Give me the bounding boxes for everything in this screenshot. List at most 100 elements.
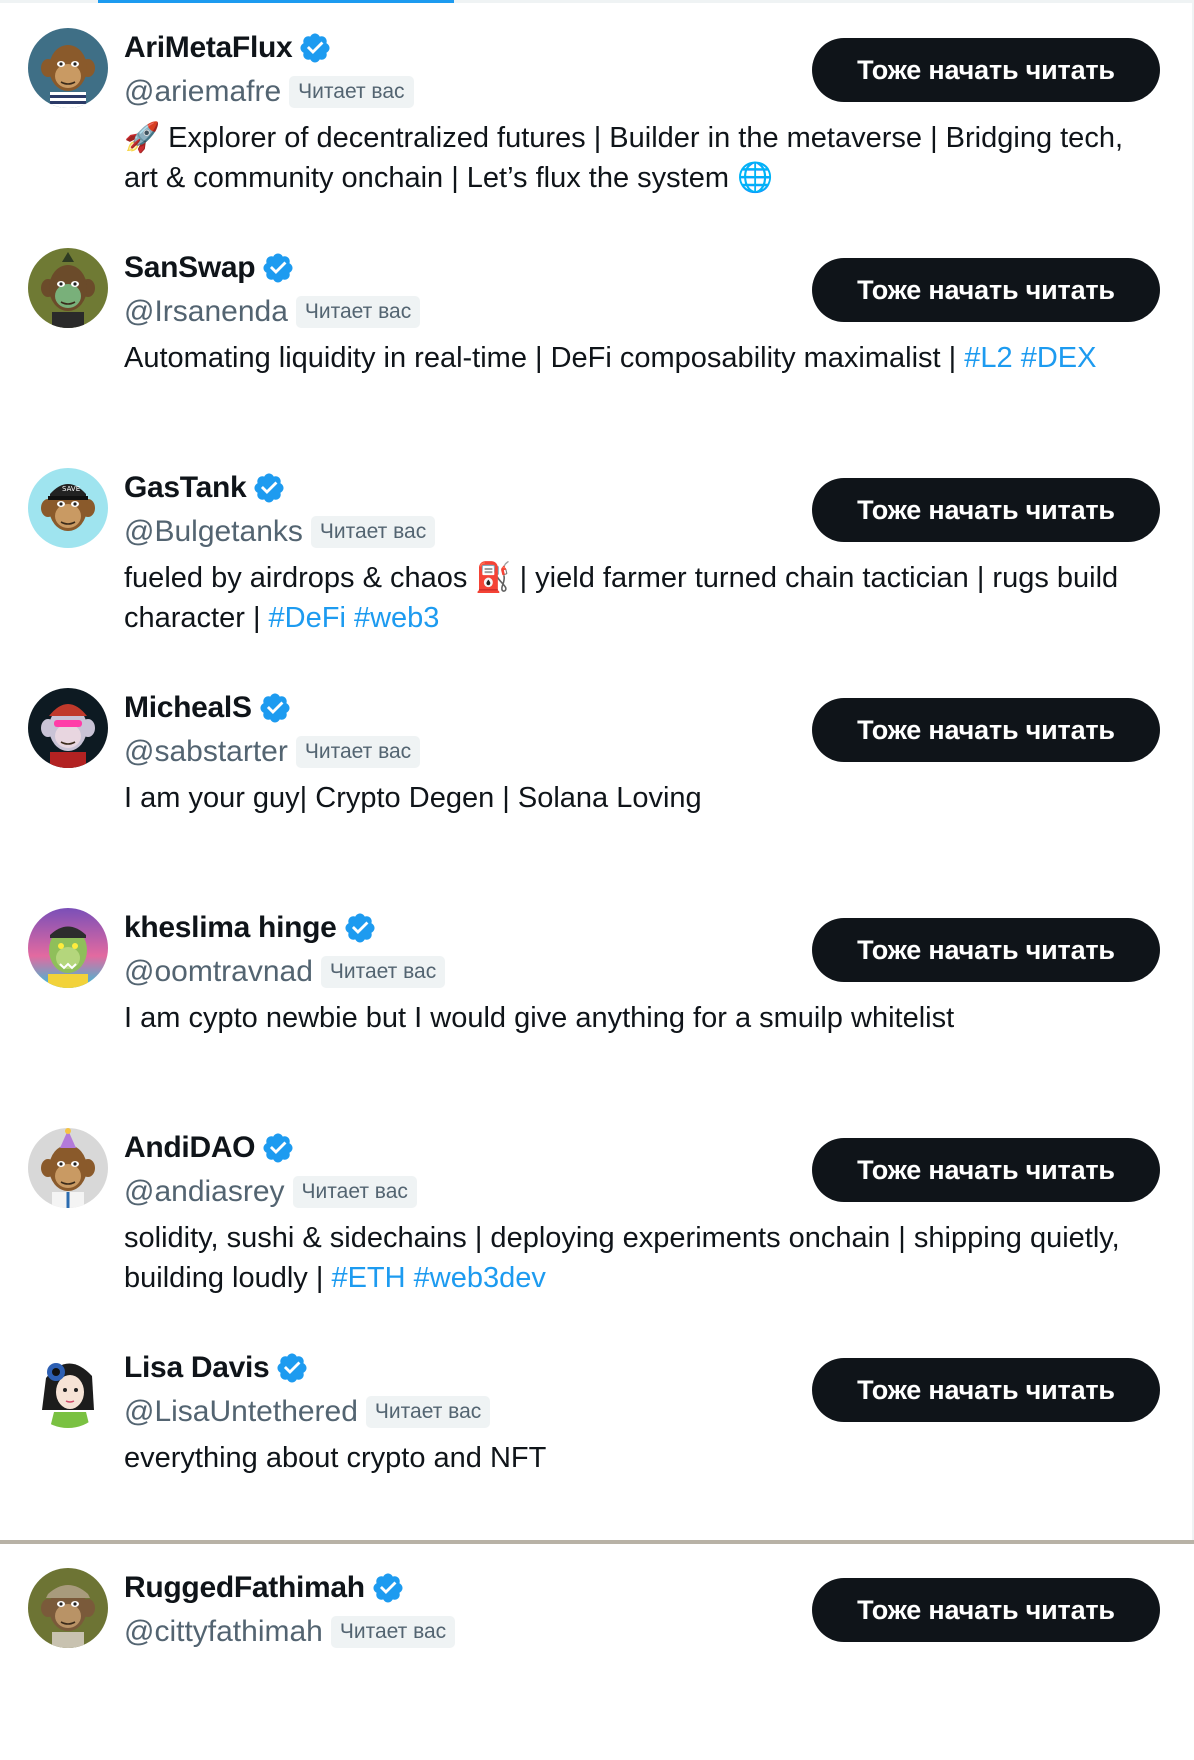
follow-back-button[interactable]: Тоже начать читать [812,1578,1160,1642]
display-name[interactable]: RuggedFathimah [124,1571,365,1605]
name-line: MichealS [124,688,292,728]
hashtag-link[interactable]: #ETH [331,1262,405,1294]
verified-badge-icon [252,471,286,505]
handle-line: @sabstarter Читает вас [124,732,421,772]
user-bio: fueled by airdrops & chaos ⛽ | yield far… [124,558,1124,638]
bio-text: I am cypto newbie but I would give anyth… [124,1002,955,1034]
follow-back-button[interactable]: Тоже начать читать [812,698,1160,762]
follow-back-button[interactable]: Тоже начать читать [812,258,1160,322]
user-cell[interactable]: RuggedFathimah @cittyfathimah Читает вас… [0,1540,1194,1760]
user-handle[interactable]: @Bulgetanks [124,515,303,549]
user-cell[interactable]: Lisa Davis @LisaUntethered Читает вас То… [0,1320,1194,1540]
name-line: AndiDAO [124,1128,295,1168]
follow-back-button[interactable]: Тоже начать читать [812,38,1160,102]
hashtag-link[interactable]: #web3 [354,602,439,634]
verified-badge-icon [258,691,292,725]
user-cell[interactable]: SanSwap @Irsanenda Читает вас Тоже начат… [0,220,1194,440]
avatar[interactable]: SAVE [28,468,108,548]
follow-back-button[interactable]: Тоже начать читать [812,478,1160,542]
hashtag-link[interactable]: #DEX [1021,342,1097,374]
follows-you-badge: Читает вас [365,1396,491,1428]
follow-back-button[interactable]: Тоже начать читать [812,1138,1160,1202]
display-name[interactable]: AriMetaFlux [124,31,293,65]
user-cell[interactable]: AriMetaFlux @ariemafre Читает вас Тоже н… [0,0,1194,220]
name-line: SanSwap [124,248,295,288]
handle-line: @LisaUntethered Читает вас [124,1392,491,1432]
verified-badge-icon [275,1351,309,1385]
avatar[interactable] [28,248,108,328]
svg-text:SAVE: SAVE [62,485,80,493]
handle-line: @andiasrey Читает вас [124,1172,417,1212]
user-bio: Automating liquidity in real-time | DeFi… [124,338,1124,378]
display-name[interactable]: Lisa Davis [124,1351,270,1385]
user-bio: 🚀 Explorer of decentralized futures | Bu… [124,118,1124,198]
name-line: Lisa Davis [124,1348,309,1388]
follows-you-badge: Читает вас [289,76,414,108]
user-handle[interactable]: @cittyfathimah [124,1615,323,1649]
handle-line: @Bulgetanks Читает вас [124,512,436,552]
avatar[interactable] [28,1128,108,1208]
follow-back-button[interactable]: Тоже начать читать [812,918,1160,982]
follows-you-badge: Читает вас [310,516,436,548]
user-handle[interactable]: @LisaUntethered [124,1395,358,1429]
user-bio: solidity, sushi & sidechains | deploying… [124,1218,1124,1298]
verified-badge-icon [261,251,295,285]
ape-avatar-beanie [28,688,108,768]
avatar[interactable] [28,1568,108,1648]
bio-text: solidity, sushi & sidechains | deploying… [124,1222,1120,1294]
name-line: AriMetaFlux [124,28,332,68]
bio-text: Automating liquidity in real-time | DeFi… [124,342,965,374]
bio-text: everything about crypto and NFT [124,1442,547,1474]
display-name[interactable]: SanSwap [124,251,256,285]
avatar[interactable] [28,28,108,108]
bio-text: 🚀 Explorer of decentralized futures | Bu… [124,122,1123,194]
display-name[interactable]: AndiDAO [124,1131,256,1165]
avatar[interactable] [28,1348,108,1428]
ape-avatar-cap: SAVE [28,468,108,548]
user-cell[interactable]: kheslima hinge @oomtravnad Читает вас То… [0,880,1194,1100]
user-handle[interactable]: @Irsanenda [124,295,288,329]
user-handle[interactable]: @ariemafre [124,75,281,109]
bio-text: I am your guy| Crypto Degen | Solana Lov… [124,782,702,814]
user-bio: everything about crypto and NFT [124,1438,1124,1478]
name-line: RuggedFathimah [124,1568,405,1608]
ape-avatar-party-hat [28,1128,108,1208]
hashtag-link[interactable]: #L2 [964,342,1012,374]
name-line: kheslima hinge [124,908,377,948]
user-bio: I am cypto newbie but I would give anyth… [124,998,1124,1038]
verified-badge-icon [343,911,377,945]
bio-text [1013,342,1021,374]
ape-avatar-hat [28,1568,108,1648]
bio-text [406,1262,414,1294]
user-handle[interactable]: @sabstarter [124,735,288,769]
user-handle[interactable]: @andiasrey [124,1175,285,1209]
handle-line: @Irsanenda Читает вас [124,292,421,332]
hashtag-link[interactable]: #web3dev [414,1262,546,1294]
follows-you-badge: Читает вас [295,736,421,768]
bottom-edge [0,1540,1194,1544]
follows-you-badge: Читает вас [295,296,421,328]
verified-badge-icon [298,31,332,65]
follow-back-button[interactable]: Тоже начать читать [812,1358,1160,1422]
display-name[interactable]: GasTank [124,471,247,505]
follows-you-badge: Читает вас [292,1176,417,1208]
handle-line: @oomtravnad Читает вас [124,952,446,992]
bio-text [346,602,354,634]
ape-avatar-zombie [28,908,108,988]
follows-you-badge: Читает вас [320,956,446,988]
display-name[interactable]: kheslima hinge [124,911,337,945]
user-cell[interactable]: AndiDAO @andiasrey Читает вас Тоже начат… [0,1100,1194,1320]
user-bio: I am your guy| Crypto Degen | Solana Lov… [124,778,1124,818]
verified-badge-icon [371,1571,405,1605]
user-cell[interactable]: MichealS @sabstarter Читает вас Тоже нач… [0,660,1194,880]
anime-girl-avatar [28,1348,108,1428]
avatar[interactable] [28,908,108,988]
display-name[interactable]: MichealS [124,691,252,725]
user-handle[interactable]: @oomtravnad [124,955,313,989]
handle-line: @cittyfathimah Читает вас [124,1612,456,1652]
hashtag-link[interactable]: #DeFi [269,602,346,634]
ape-avatar-striped-shirt [28,28,108,108]
ape-avatar-mohawk [28,248,108,328]
avatar[interactable] [28,688,108,768]
user-cell[interactable]: SAVE GasTank @Bulgetanks Читает вас Тоже… [0,440,1194,660]
